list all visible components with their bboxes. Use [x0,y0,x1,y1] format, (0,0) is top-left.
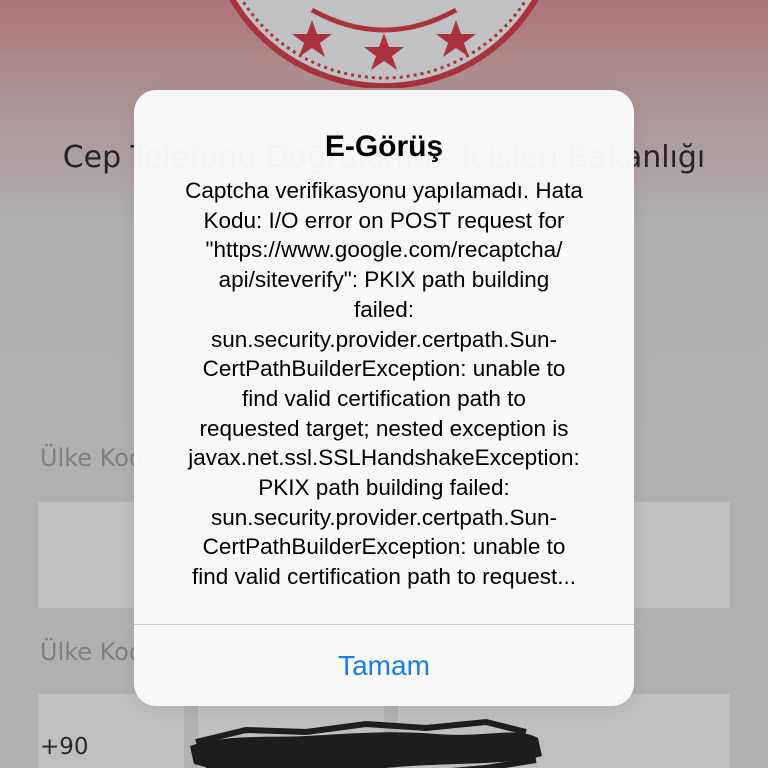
alert-message-line: CertPathBuilderException: unable to [202,356,566,382]
ok-button[interactable]: Tamam [134,625,634,706]
alert-message-line: Captcha verifikasyonu yapılamadı. Hata [185,178,583,203]
alert-message-line: sun.security.provider.certpath.Sun- [210,326,557,352]
alert-message: Captcha verifikasyonu yapılamadı. Hata K… [158,176,610,683]
alert-message-line: PKIX path building failed: [258,475,510,501]
alert-message-line: Kodu: I/O error on POST request for [203,207,565,233]
alert-message-line: javax.net.ssl.SSLHandshakeException: [188,445,580,471]
alert-message-line: failed: [353,296,415,322]
screen: Cep Telefonu Doğrulama - İçişleri Bakanl… [0,0,768,768]
alert-message-line: api/siteverify": PKIX path building [218,267,550,293]
alert-message-line: find valid certification path to [242,385,526,411]
alert-message-line: CertPathBuilderException: unable to [202,534,566,560]
alert-message-line: "https://www.google.com/recaptcha/ [205,237,563,263]
alert-message-line: sun.security.provider.certpath.Sun- [210,504,557,530]
error-alert-dialog: E-Görüş Captcha verifikasyonu yapılamadı… [134,90,634,706]
alert-message-line: find valid certification path to request… [192,564,576,590]
alert-message-line: requested target; nested exception is [199,415,569,441]
alert-title: E-Görüş [324,130,444,163]
